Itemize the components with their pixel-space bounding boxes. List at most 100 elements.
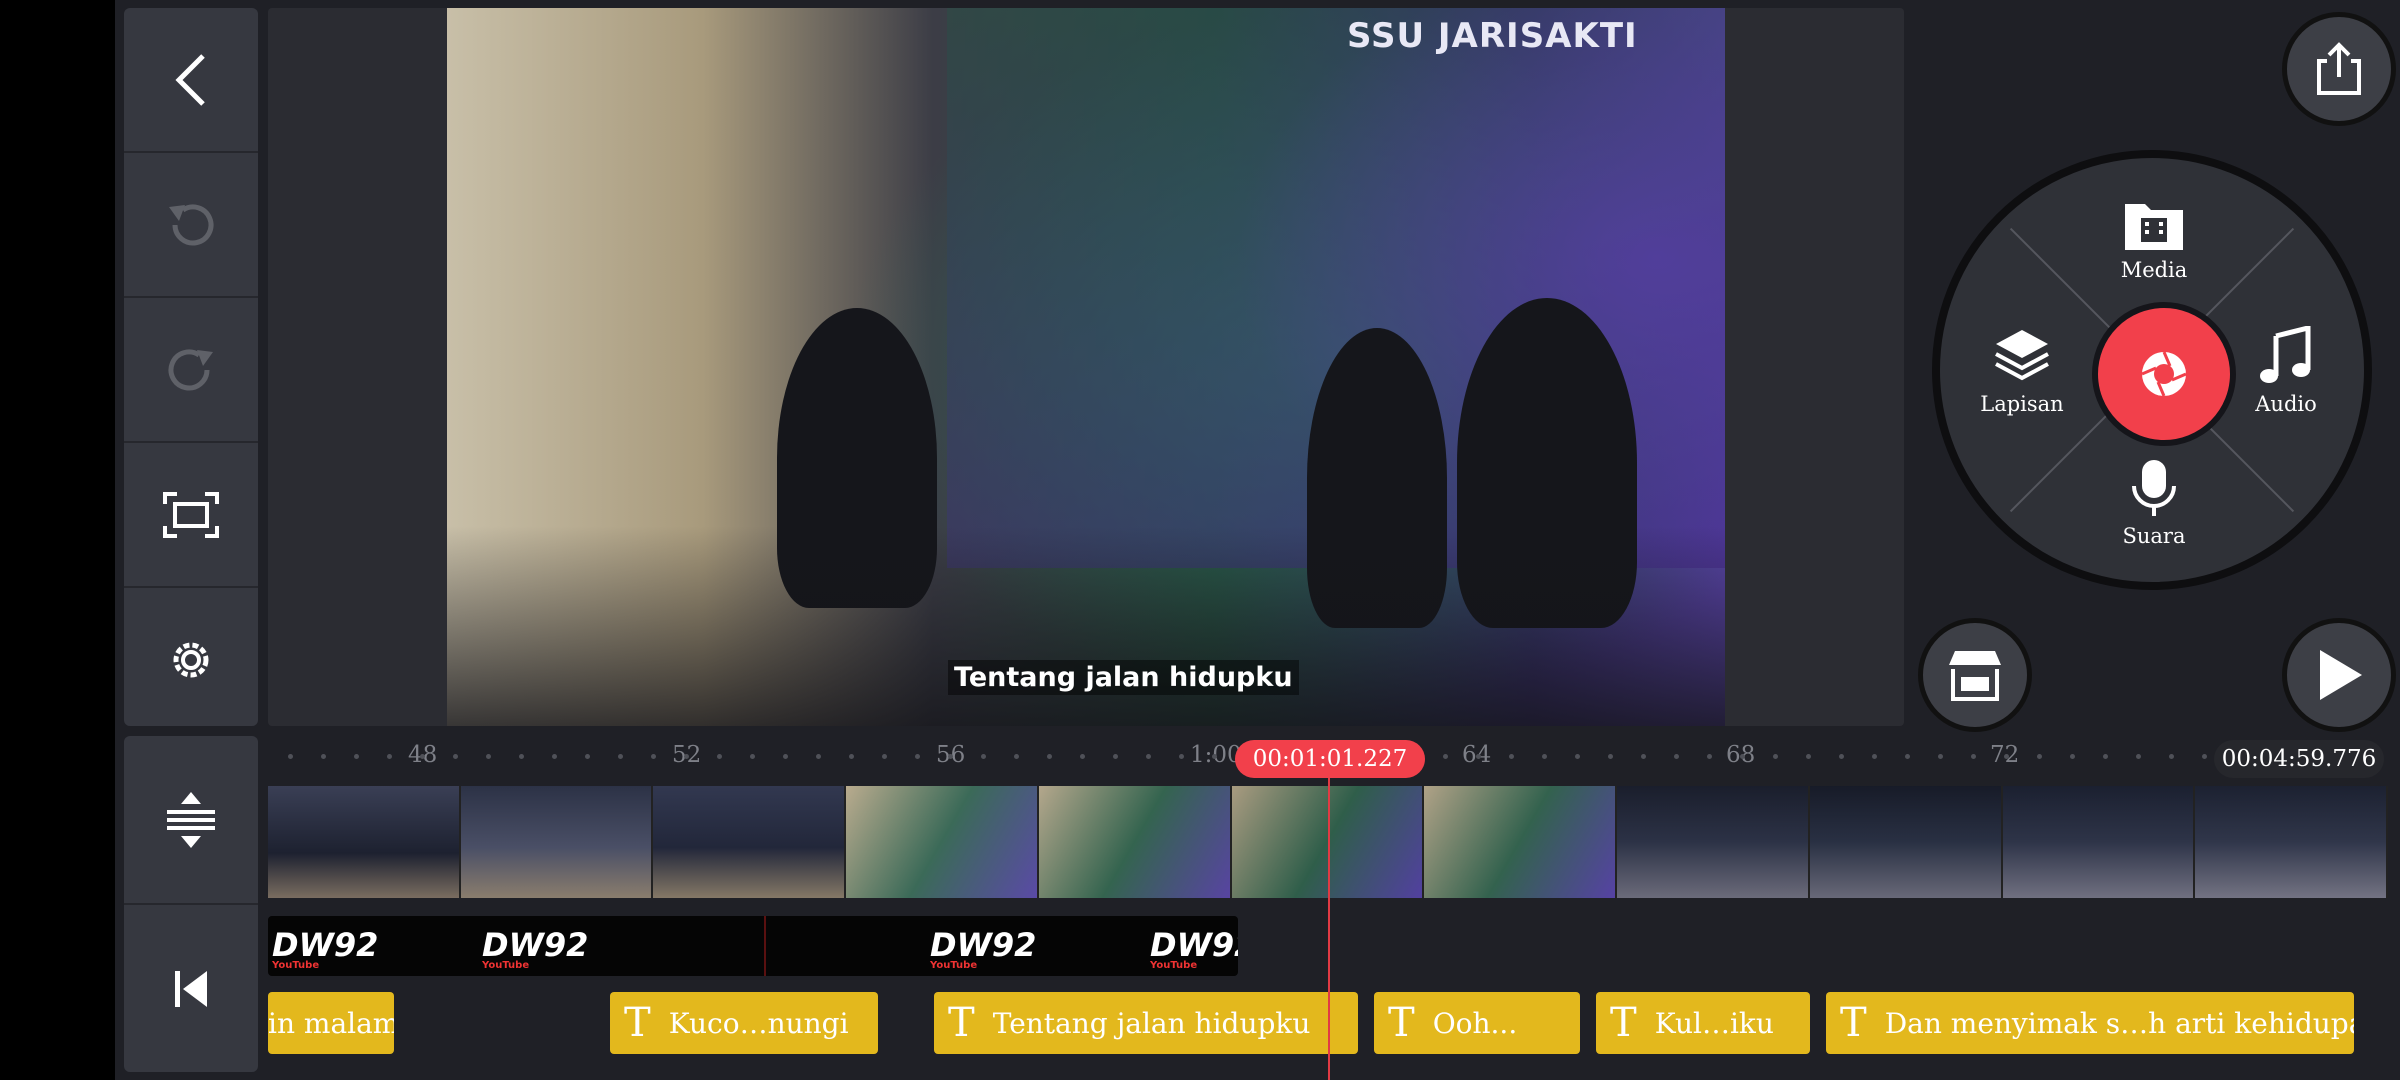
- playhead-line[interactable]: [1328, 778, 1330, 1080]
- video-thumbnail: [1617, 786, 1810, 898]
- layers-icon: [1995, 330, 2049, 381]
- back-button[interactable]: [124, 8, 258, 153]
- ruler-dot: [1113, 754, 1118, 759]
- ruler-dot: [1905, 754, 1910, 759]
- text-clip-label: in malam: [268, 1006, 394, 1040]
- overlay-track[interactable]: DW92YouTube DW92YouTube DW92YouTube DW92…: [268, 916, 1238, 976]
- layer-button[interactable]: Lapisan: [1962, 326, 2082, 416]
- ruler-dot: [750, 754, 755, 759]
- text-clip[interactable]: T Dan menyimak s…h arti kehidupan: [1826, 992, 2354, 1054]
- play-button[interactable]: [2282, 618, 2396, 732]
- text-clip[interactable]: in malam: [268, 992, 394, 1054]
- clip-separator: [764, 916, 766, 976]
- playhead-time: 00:01:01.227: [1235, 740, 1425, 778]
- undo-button[interactable]: [124, 153, 258, 298]
- ruler-dot: [816, 754, 821, 759]
- floor-shadow: [447, 526, 1725, 726]
- ruler-dot: [1872, 754, 1877, 759]
- chevron-left-icon: [175, 53, 205, 106]
- left-toolbar: [124, 8, 258, 726]
- text-clip[interactable]: T Tentang jalan hidupku: [934, 992, 1358, 1054]
- text-t-icon: T: [1388, 1000, 1415, 1046]
- ruler-dot: [618, 754, 623, 759]
- ruler-dot: [2136, 754, 2141, 759]
- ruler-dot: [882, 754, 887, 759]
- total-duration: 00:04:59.776: [2214, 740, 2384, 778]
- ruler-dot: [1740, 754, 1745, 759]
- ruler-dot: [1806, 754, 1811, 759]
- logo-text: DW92: [272, 926, 379, 964]
- ruler-dot: [651, 754, 656, 759]
- ruler-dot: [1047, 754, 1052, 759]
- ruler-dot: [1773, 754, 1778, 759]
- ruler-dot: [1575, 754, 1580, 759]
- record-icon: [2141, 351, 2187, 397]
- voice-label: Suara: [2122, 524, 2186, 548]
- text-clip[interactable]: T Kuco…nungi: [610, 992, 878, 1054]
- logo-text: DW92: [930, 926, 1037, 964]
- ruler-dot: [981, 754, 986, 759]
- layer-label: Lapisan: [1980, 392, 2064, 416]
- ruler-dot: [1839, 754, 1844, 759]
- text-t-icon: T: [948, 1000, 975, 1046]
- banner-text: SSU JARISAKTI: [1347, 16, 1638, 56]
- ruler-dot: [486, 754, 491, 759]
- preview-subtitle: Tentang jalan hidupku: [948, 660, 1299, 695]
- ruler-dot: [2169, 754, 2174, 759]
- music-note-icon: [2260, 326, 2311, 383]
- fit-screen-button[interactable]: [124, 443, 258, 588]
- text-clip[interactable]: T Ooh...: [1374, 992, 1580, 1054]
- ruler-dot: [948, 754, 953, 759]
- ruler-dot: [387, 754, 392, 759]
- logo-overlay: DW92YouTube: [1150, 926, 1238, 971]
- video-thumbnail: [1038, 786, 1232, 898]
- ruler-dot: [1707, 754, 1712, 759]
- voice-button[interactable]: Suara: [2094, 458, 2214, 548]
- video-thumbnail: [1424, 786, 1618, 898]
- ruler-dot: [2004, 754, 2009, 759]
- ruler-dot: [585, 754, 590, 759]
- ruler-dot: [915, 754, 920, 759]
- logo-text: DW92: [482, 926, 589, 964]
- store-icon: [1949, 651, 2001, 701]
- ruler-dot: [519, 754, 524, 759]
- text-t-icon: T: [624, 1000, 651, 1046]
- ruler-dot: [1443, 754, 1448, 759]
- store-button[interactable]: [1918, 618, 2032, 732]
- ruler-dot: [1080, 754, 1085, 759]
- ruler-dot: [1212, 754, 1217, 759]
- ruler-dot: [1641, 754, 1646, 759]
- text-clip[interactable]: T Kul…iku: [1596, 992, 1810, 1054]
- logo-text: DW92: [1150, 926, 1238, 964]
- ruler-dot: [2070, 754, 2075, 759]
- share-button[interactable]: [2282, 12, 2396, 126]
- settings-button[interactable]: [124, 588, 258, 726]
- gear-icon: [173, 642, 209, 677]
- audio-button[interactable]: Audio: [2226, 326, 2346, 416]
- text-clip-label: Ooh...: [1432, 1006, 1518, 1040]
- media-button[interactable]: Media: [2094, 198, 2214, 282]
- microphone-icon: [2132, 460, 2176, 516]
- ruler-dot: [783, 754, 788, 759]
- undo-icon: [169, 203, 214, 245]
- redo-button[interactable]: [124, 298, 258, 443]
- video-preview[interactable]: SSU JARISAKTI: [447, 8, 1725, 726]
- video-thumbnail: [2195, 786, 2388, 898]
- skip-to-start-button[interactable]: [124, 905, 258, 1072]
- ruler-dot: [2037, 754, 2042, 759]
- video-thumbnail: [1809, 786, 2003, 898]
- share-icon: [2317, 42, 2361, 95]
- track-height-button[interactable]: [124, 736, 258, 905]
- text-clip-label: Kul…iku: [1654, 1006, 1774, 1040]
- ruler-dot: [1509, 754, 1514, 759]
- media-wheel: Media Lapisan Audio Suara: [1932, 150, 2372, 590]
- skip-to-start-icon: [175, 970, 207, 1007]
- adjust-track-height-icon: [167, 791, 215, 848]
- media-folder-icon: [2125, 204, 2183, 250]
- ruler-dot: [1971, 754, 1976, 759]
- play-icon: [2320, 650, 2362, 700]
- ruler-dot: [1476, 754, 1481, 759]
- record-button[interactable]: [2092, 302, 2236, 446]
- ruler-dot: [2202, 754, 2207, 759]
- video-thumbnail: [2002, 786, 2196, 898]
